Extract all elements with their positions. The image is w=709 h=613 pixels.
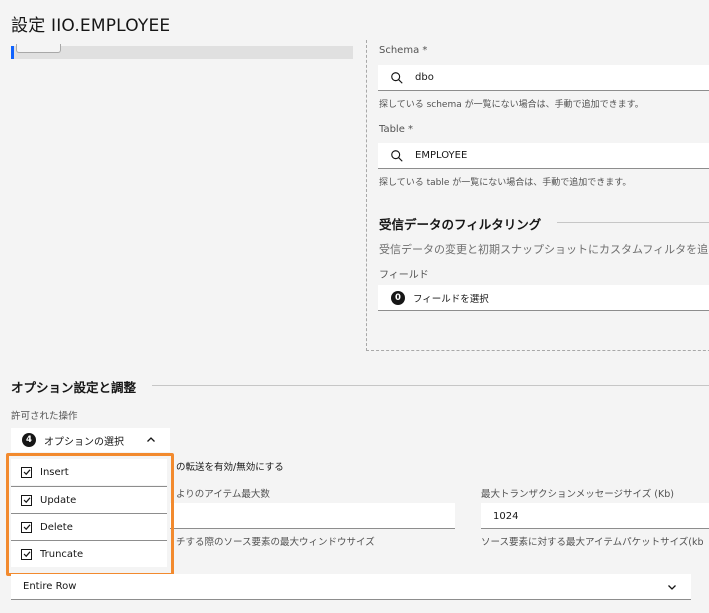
allowed-operations-label: 許可された操作 [11,411,78,422]
section-divider [557,222,709,223]
row-scope-select[interactable]: Entire Row [11,574,691,600]
checkmark-icon [23,524,30,531]
menu-item-truncate[interactable]: Truncate [11,541,167,567]
schema-search-input[interactable]: dbo [378,65,709,91]
page-title: 設定 IIO.EMPLOYEE [11,16,171,36]
checkmark-icon [23,469,30,476]
multiselect-label: オプションの選択 [44,436,124,448]
options-section-title: オプション設定と調整 [11,380,137,395]
table-helper-text: 探している table が一覧にない場合は、手動で追加できます。 [379,178,632,188]
filtering-section-title: 受信データのフィルタリング [379,217,542,232]
checkmark-icon [23,551,30,558]
menu-item-label: Truncate [40,548,84,560]
max-transaction-size-label: 最大トランザクションメッセージサイズ (Kb) [481,489,674,500]
menu-item-label: Insert [40,466,69,478]
menu-item-label: Delete [40,521,73,533]
section-divider [152,385,709,386]
row-scope-value: Entire Row [23,581,77,592]
list-item-tab[interactable] [16,44,61,53]
menu-item-update[interactable]: Update [11,487,167,513]
left-panel-scroll-remnant [11,44,353,59]
max-items-input[interactable] [170,503,455,529]
checkbox[interactable] [21,466,32,478]
max-transaction-size-input[interactable]: 1024 [481,503,709,529]
selected-count-badge: 0 [391,290,405,305]
allowed-operations-multiselect[interactable]: 4 オプションの選択 [11,428,170,452]
schema-value: dbo [415,72,434,83]
menu-item-insert[interactable]: Insert [11,459,167,485]
search-icon [391,149,403,162]
field-placeholder: フィールドを選択 [413,293,489,305]
operations-menu: Insert Update Delete Truncate [11,459,167,569]
schema-helper-text: 探している schema が一覧にない場合は、手動で追加できます。 [379,100,644,110]
chevron-down-icon [668,584,676,590]
selection-indicator [11,46,14,59]
packet-size-helper: ソース要素に対する最大アイテムパケットサイズ(kb [481,537,704,548]
selected-count-badge: 4 [22,433,36,447]
field-select[interactable]: 0 フィールドを選択 [378,285,709,311]
filtering-description: 受信データの変更と初期スナップショットにカスタムフィルタを追 [379,243,709,256]
field-label: フィールド [379,270,429,281]
search-icon [391,71,403,84]
table-label: Table * [379,124,414,135]
max-items-label: よりのアイテム最大数 [176,489,270,500]
menu-item-delete[interactable]: Delete [11,514,167,540]
max-transaction-size-value: 1024 [493,511,519,522]
chevron-up-icon [147,437,155,442]
table-value: EMPLOYEE [415,150,468,161]
menu-item-label: Update [40,494,77,506]
checkmark-icon [23,497,30,504]
schema-label: Schema * [379,45,428,56]
checkbox[interactable] [21,521,32,533]
window-size-helper: チする際のソース要素の最大ウィンドウサイズ [176,537,375,548]
operations-helper-text: の転送を有効/無効にする [176,462,284,473]
table-search-input[interactable]: EMPLOYEE [378,143,709,169]
checkbox[interactable] [21,548,32,560]
checkbox[interactable] [21,494,32,506]
